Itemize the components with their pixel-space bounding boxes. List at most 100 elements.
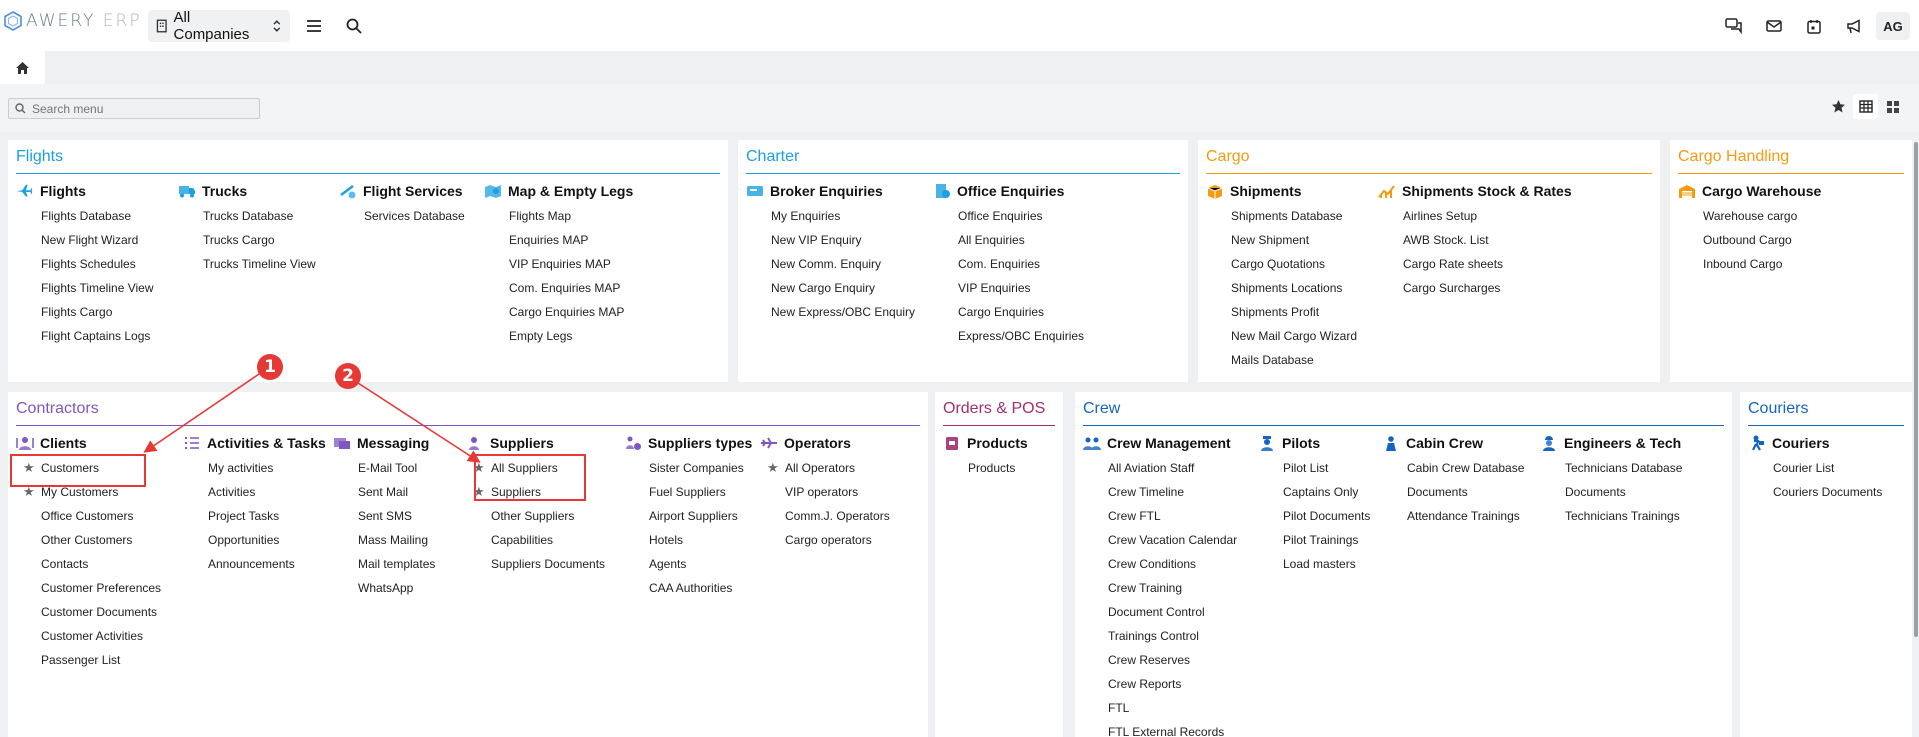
- company-select[interactable]: All Companies: [148, 9, 290, 43]
- menu-link[interactable]: Other Suppliers: [466, 504, 605, 528]
- menu-link[interactable]: Airlines Setup: [1378, 204, 1572, 228]
- menu-link[interactable]: Cargo operators: [760, 528, 890, 552]
- menu-group-header[interactable]: Activities & Tasks: [183, 434, 326, 452]
- menu-link[interactable]: Airport Suppliers: [624, 504, 752, 528]
- menu-group-header[interactable]: Pilots: [1258, 434, 1370, 452]
- menu-link[interactable]: Trucks Database: [178, 204, 316, 228]
- menu-link[interactable]: Trucks Cargo: [178, 228, 316, 252]
- menu-link[interactable]: VIP Enquiries: [933, 276, 1084, 300]
- tab-home[interactable]: [0, 51, 45, 84]
- menu-link[interactable]: Flights Database: [16, 204, 154, 228]
- menu-group-header[interactable]: Messaging: [333, 434, 435, 452]
- menu-link[interactable]: New Mail Cargo Wizard: [1206, 324, 1357, 348]
- chat-icon[interactable]: [1722, 14, 1746, 38]
- menu-link[interactable]: Captains Only: [1258, 480, 1370, 504]
- menu-link[interactable]: AWB Stock. List: [1378, 228, 1572, 252]
- menu-link[interactable]: All Enquiries: [933, 228, 1084, 252]
- menu-link[interactable]: Capabilities: [466, 528, 605, 552]
- menu-link[interactable]: Agents: [624, 552, 752, 576]
- menu-link[interactable]: Pilot Documents: [1258, 504, 1370, 528]
- menu-link[interactable]: Courier List: [1748, 456, 1882, 480]
- menu-link[interactable]: Documents: [1540, 480, 1682, 504]
- menu-link[interactable]: Outbound Cargo: [1678, 228, 1821, 252]
- menu-link[interactable]: Pilot List: [1258, 456, 1370, 480]
- menu-link[interactable]: Activities: [183, 480, 326, 504]
- menu-group-header[interactable]: Shipments: [1206, 182, 1357, 200]
- calendar-icon[interactable]: [1802, 14, 1826, 38]
- menu-link[interactable]: My activities: [183, 456, 326, 480]
- menu-link[interactable]: Pilot Trainings: [1258, 528, 1370, 552]
- menu-icon[interactable]: [302, 14, 326, 38]
- tiles-view-button[interactable]: [1880, 94, 1905, 119]
- menu-link[interactable]: Other Customers: [16, 528, 161, 552]
- menu-group-header[interactable]: Cabin Crew: [1382, 434, 1524, 452]
- menu-link[interactable]: Warehouse cargo: [1678, 204, 1821, 228]
- app-logo[interactable]: AWERY ERP: [4, 10, 142, 32]
- menu-link[interactable]: New Shipment: [1206, 228, 1357, 252]
- menu-link[interactable]: New Cargo Enquiry: [746, 276, 915, 300]
- menu-link[interactable]: My Enquiries: [746, 204, 915, 228]
- menu-link[interactable]: Flights Timeline View: [16, 276, 154, 300]
- menu-group-header[interactable]: Crew Management: [1083, 434, 1237, 452]
- menu-link[interactable]: Express/OBC Enquiries: [933, 324, 1084, 348]
- menu-link[interactable]: Sent SMS: [333, 504, 435, 528]
- menu-link[interactable]: Fuel Suppliers: [624, 480, 752, 504]
- menu-link[interactable]: Crew Vacation Calendar: [1083, 528, 1237, 552]
- search-menu-input[interactable]: [32, 101, 252, 116]
- menu-link[interactable]: Customer Documents: [16, 600, 161, 624]
- menu-link[interactable]: E-Mail Tool: [333, 456, 435, 480]
- menu-link[interactable]: Products: [943, 456, 1028, 480]
- menu-link[interactable]: Contacts: [16, 552, 161, 576]
- menu-link[interactable]: Flights Map: [484, 204, 633, 228]
- menu-link[interactable]: Sent Mail: [333, 480, 435, 504]
- menu-link[interactable]: Cabin Crew Database: [1382, 456, 1524, 480]
- menu-group-header[interactable]: Suppliers types: [624, 434, 752, 452]
- menu-link[interactable]: All Aviation Staff: [1083, 456, 1237, 480]
- menu-link[interactable]: Crew Training: [1083, 576, 1237, 600]
- favorite-star-icon[interactable]: ★: [767, 456, 779, 480]
- search-icon[interactable]: [342, 14, 366, 38]
- menu-link[interactable]: Document Control: [1083, 600, 1237, 624]
- menu-link[interactable]: Flights Schedules: [16, 252, 154, 276]
- menu-link[interactable]: Office Customers: [16, 504, 161, 528]
- menu-link[interactable]: Enquiries MAP: [484, 228, 633, 252]
- menu-link[interactable]: Flight Captains Logs: [16, 324, 154, 348]
- menu-group-header[interactable]: Flights: [16, 182, 154, 200]
- menu-group-header[interactable]: Products: [943, 434, 1028, 452]
- menu-link[interactable]: VIP Enquiries MAP: [484, 252, 633, 276]
- menu-group-header[interactable]: Shipments Stock & Rates: [1378, 182, 1572, 200]
- menu-link[interactable]: Flights Cargo: [16, 300, 154, 324]
- menu-group-header[interactable]: Clients: [16, 434, 161, 452]
- menu-link[interactable]: Suppliers Documents: [466, 552, 605, 576]
- megaphone-icon[interactable]: [1842, 14, 1866, 38]
- menu-link[interactable]: Couriers Documents: [1748, 480, 1882, 504]
- menu-link[interactable]: Customer Activities: [16, 624, 161, 648]
- menu-link[interactable]: Passenger List: [16, 648, 161, 672]
- menu-link[interactable]: Shipments Locations: [1206, 276, 1357, 300]
- menu-link[interactable]: CAA Authorities: [624, 576, 752, 600]
- menu-link[interactable]: Announcements: [183, 552, 326, 576]
- menu-link[interactable]: Attendance Trainings: [1382, 504, 1524, 528]
- mail-icon[interactable]: [1762, 14, 1786, 38]
- menu-link[interactable]: Mass Mailing: [333, 528, 435, 552]
- favorites-view-button[interactable]: [1826, 94, 1851, 119]
- menu-link[interactable]: Crew Conditions: [1083, 552, 1237, 576]
- menu-group-header[interactable]: Map & Empty Legs: [484, 182, 633, 200]
- menu-link[interactable]: New Flight Wizard: [16, 228, 154, 252]
- menu-link[interactable]: VIP operators: [760, 480, 890, 504]
- menu-link[interactable]: Crew Reports: [1083, 672, 1237, 696]
- menu-link[interactable]: Technicians Trainings: [1540, 504, 1682, 528]
- menu-link[interactable]: Com. Enquiries MAP: [484, 276, 633, 300]
- menu-link[interactable]: Cargo Rate sheets: [1378, 252, 1572, 276]
- menu-group-header[interactable]: Suppliers: [466, 434, 605, 452]
- menu-link[interactable]: Crew Timeline: [1083, 480, 1237, 504]
- menu-group-header[interactable]: Engineers & Tech: [1540, 434, 1682, 452]
- table-view-button[interactable]: [1853, 94, 1878, 119]
- menu-link[interactable]: Cargo Quotations: [1206, 252, 1357, 276]
- menu-link[interactable]: New VIP Enquiry: [746, 228, 915, 252]
- menu-link[interactable]: Shipments Profit: [1206, 300, 1357, 324]
- menu-link[interactable]: Cargo Enquiries MAP: [484, 300, 633, 324]
- menu-group-header[interactable]: Cargo Warehouse: [1678, 182, 1821, 200]
- menu-group-header[interactable]: Couriers: [1748, 434, 1882, 452]
- menu-link[interactable]: Documents: [1382, 480, 1524, 504]
